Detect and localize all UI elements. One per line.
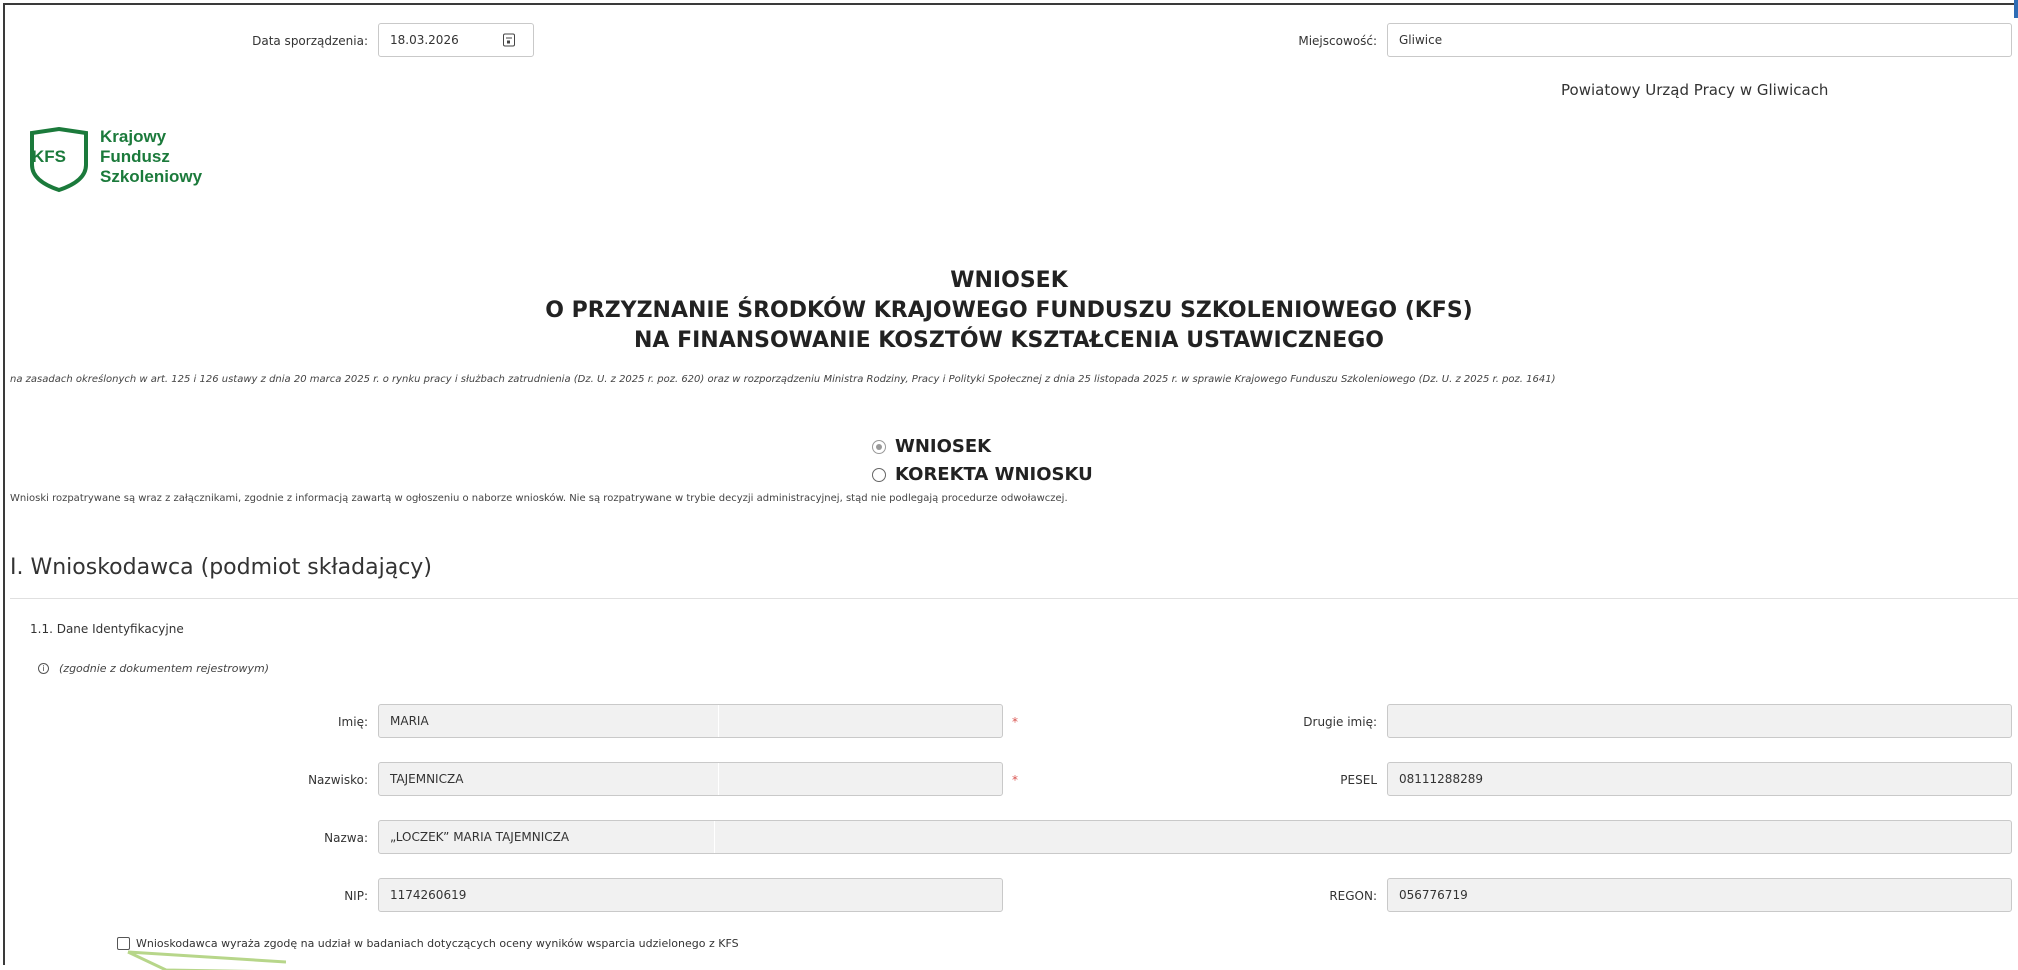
consent-checkbox[interactable]	[117, 937, 130, 950]
field-divider	[718, 763, 719, 795]
nazwisko-value: TAJEMNICZA	[390, 772, 464, 786]
drugie-imie-field[interactable]	[1387, 704, 2012, 738]
radio-korekta[interactable]: KOREKTA WNIOSKU	[872, 464, 1093, 485]
annotation-arrow-icon	[127, 950, 286, 970]
radio-wniosek-label: WNIOSEK	[895, 436, 992, 457]
logo-line-3: Szkoleniowy	[100, 167, 203, 186]
logo-text: Krajowy Fundusz Szkoleniowy	[100, 127, 202, 187]
nip-field[interactable]: 1174260619	[378, 878, 1003, 912]
nip-value: 1174260619	[390, 888, 467, 902]
place-field[interactable]: Gliwice	[1387, 23, 2012, 57]
radio-wniosek-indicator[interactable]	[872, 439, 886, 454]
date-label: Data sporządzenia:	[252, 34, 368, 48]
calendar-icon[interactable]	[503, 33, 515, 47]
section-title: I. Wnioskodawca (podmiot składający)	[10, 555, 432, 580]
info-icon: i	[38, 663, 49, 674]
hint-text: (zgodnie z dokumentem rejestrowym)	[59, 662, 270, 675]
place-value: Gliwice	[1399, 33, 1443, 47]
regon-field[interactable]: 056776719	[1387, 878, 2012, 912]
nip-label: NIP:	[344, 889, 368, 903]
logo-line-2: Fundusz	[100, 147, 170, 166]
title-line-3: NA FINANSOWANIE KOSZTÓW KSZTAŁCENIA USTA…	[633, 328, 1385, 353]
imie-field[interactable]: MARIA	[378, 704, 1003, 738]
legal-basis: na zasadach określonych w art. 125 i 126…	[10, 374, 1556, 385]
radio-wniosek[interactable]: WNIOSEK	[872, 436, 991, 457]
required-marker: *	[1012, 715, 1018, 729]
field-divider	[714, 821, 715, 853]
nazwisko-field[interactable]: TAJEMNICZA	[378, 762, 1003, 796]
place-label: Miejscowość:	[1298, 34, 1377, 48]
required-marker: *	[1012, 773, 1018, 787]
logo-short: KFS	[32, 147, 66, 166]
date-field[interactable]: 18.03.2026	[378, 23, 534, 57]
radio-korekta-indicator[interactable]	[872, 467, 886, 482]
nazwa-value: „LOCZEK” MARIA TAJEMNICZA	[390, 830, 570, 844]
office-name: Powiatowy Urząd Pracy w Gliwicach	[1561, 81, 1829, 99]
pesel-label: PESEL	[1340, 773, 1377, 787]
imie-label: Imię:	[338, 715, 368, 729]
title-line-2: O PRZYZNANIE ŚRODKÓW KRAJOWEGO FUNDUSZU …	[545, 298, 1473, 323]
nazwa-field[interactable]: „LOCZEK” MARIA TAJEMNICZA	[378, 820, 2012, 854]
logo-line-1: Krajowy	[100, 127, 167, 146]
procedure-note: Wnioski rozpatrywane są wraz z załącznik…	[10, 493, 1068, 504]
imie-value: MARIA	[390, 714, 429, 728]
regon-label: REGON:	[1329, 889, 1377, 903]
subsection-title: 1.1. Dane Identyfikacyjne	[30, 622, 184, 636]
scroll-accent	[2014, 0, 2018, 18]
field-divider	[718, 705, 719, 737]
registration-hint: i (zgodnie z dokumentem rejestrowym)	[38, 662, 269, 675]
section-divider	[10, 598, 2018, 599]
pesel-value: 08111288289	[1399, 772, 1483, 786]
nazwisko-label: Nazwisko:	[308, 773, 368, 787]
pesel-field[interactable]: 08111288289	[1387, 762, 2012, 796]
date-value: 18.03.2026	[390, 33, 459, 47]
nazwa-label: Nazwa:	[324, 831, 368, 845]
drugie-imie-label: Drugie imię:	[1303, 715, 1377, 729]
kfs-logo: KFS Krajowy Fundusz Szkoleniowy	[28, 127, 218, 197]
consent-checkbox-row[interactable]: Wnioskodawca wyraża zgodę na udział w ba…	[117, 937, 739, 950]
consent-label: Wnioskodawca wyraża zgodę na udział w ba…	[136, 937, 739, 950]
title-line-1: WNIOSEK	[950, 268, 1068, 293]
regon-value: 056776719	[1399, 888, 1468, 902]
radio-korekta-label: KOREKTA WNIOSKU	[895, 464, 1093, 485]
